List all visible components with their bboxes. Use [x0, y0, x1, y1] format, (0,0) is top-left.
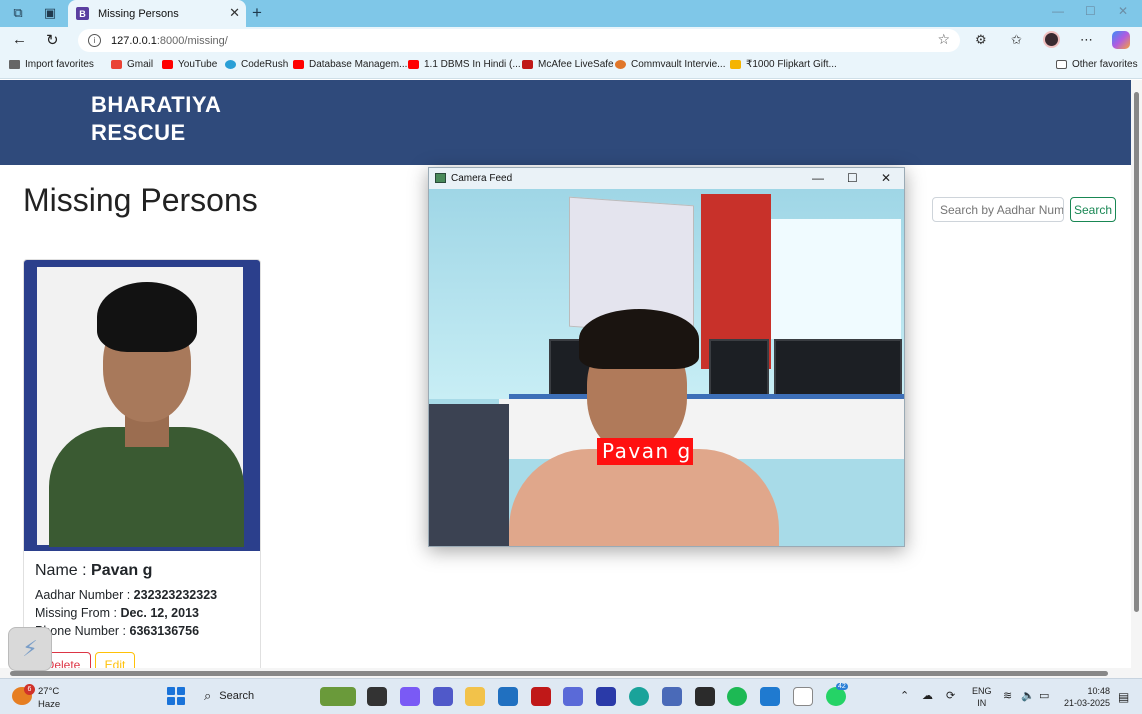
url-host: 127.0.0.1 — [111, 34, 157, 47]
terminal-icon[interactable] — [695, 687, 715, 706]
tab-actions-icon[interactable]: ▣ — [42, 5, 58, 21]
app-hex-icon[interactable] — [563, 687, 583, 706]
person-aadhar: Aadhar Number : 232323232323 — [35, 588, 218, 602]
minimize-icon[interactable]: — — [1052, 4, 1064, 18]
new-tab-icon[interactable]: + — [252, 3, 262, 23]
edge-icon[interactable] — [629, 687, 649, 706]
favorites-icon[interactable]: ✩ — [1011, 32, 1022, 48]
windows-taskbar: 6 27°C Haze ⌕ Search 42 ⌃ ☁ ⟳ ENG IN ≋ 🔈 ▭ — [0, 678, 1142, 714]
tab-missing-persons[interactable]: B Missing Persons ✕ — [68, 0, 246, 27]
store-icon[interactable] — [498, 687, 518, 706]
system-clock[interactable]: 10:48 21-03-2025 — [1060, 685, 1110, 709]
profile-avatar[interactable] — [1043, 31, 1060, 48]
card-body: Name : Pavan g Aadhar Number : 232323232… — [35, 562, 255, 642]
bookmark-dbms-hindi[interactable]: 1.1 DBMS In Hindi (... — [408, 59, 521, 70]
maximize-icon[interactable]: ☐ — [1085, 4, 1096, 18]
site-info-icon[interactable]: i — [88, 34, 101, 47]
task-view-icon[interactable] — [367, 687, 387, 706]
address-bar[interactable]: i 127.0.0.1:8000/missing/ ☆ — [78, 29, 960, 52]
address-toolbar: ← ↻ i 127.0.0.1:8000/missing/ ☆ ⚙ ✩ ⋯ — [0, 27, 1142, 54]
back-icon[interactable]: ← — [12, 31, 27, 48]
person-photo — [24, 260, 260, 551]
camera-video-frame: Pavan g — [429, 189, 904, 546]
battery-icon[interactable]: ▭ — [1039, 689, 1049, 702]
weather-widget[interactable]: 6 27°C Haze — [12, 684, 92, 712]
copilot-app-icon[interactable] — [400, 687, 420, 706]
taskbar-search[interactable]: ⌕ Search — [196, 684, 316, 708]
floating-tool-icon[interactable]: ⚡ — [8, 627, 52, 671]
bookmark-youtube[interactable]: YouTube — [162, 59, 217, 70]
camera-window-title: Camera Feed — [451, 173, 513, 184]
person-missing-from: Missing From : Dec. 12, 2013 — [35, 606, 199, 620]
weather-temp: 27°C — [38, 686, 60, 697]
more-menu-icon[interactable]: ⋯ — [1080, 32, 1093, 48]
app-pen-icon[interactable] — [596, 687, 616, 706]
wifi-icon[interactable]: ≋ — [1003, 689, 1012, 702]
notepad-icon[interactable] — [793, 687, 813, 706]
vscode-icon[interactable] — [760, 687, 780, 706]
weather-condition: Haze — [38, 699, 61, 710]
bookmark-database[interactable]: Database Managem... — [293, 59, 407, 70]
camera-feed-window[interactable]: Camera Feed — ☐ ✕ Pavan g — [428, 167, 905, 547]
close-tab-icon[interactable]: ✕ — [229, 5, 240, 21]
widgets-icon[interactable] — [320, 687, 356, 706]
browser-title-bar: ⧉ ▣ B Missing Persons ✕ + — ☐ ✕ — [0, 0, 1142, 27]
weather-badge: 6 — [24, 684, 35, 695]
spotify-icon[interactable] — [727, 687, 747, 706]
refresh-icon[interactable]: ↻ — [46, 31, 59, 49]
file-explorer-icon[interactable] — [465, 687, 485, 706]
show-hidden-icons-icon[interactable]: ⌃ — [900, 689, 909, 702]
bookmark-gmail[interactable]: Gmail — [111, 59, 153, 70]
bookmark-import-favorites[interactable]: Import favorites — [9, 59, 94, 70]
close-window-icon[interactable]: ✕ — [1118, 4, 1128, 18]
bookmark-other-favorites[interactable]: Other favorites — [1056, 59, 1138, 70]
camera-window-title-bar[interactable]: Camera Feed — ☐ ✕ — [429, 168, 904, 189]
page-title: Missing Persons — [23, 182, 258, 218]
camera-maximize-icon[interactable]: ☐ — [847, 171, 858, 185]
teams-icon[interactable] — [433, 687, 453, 706]
person-card: Name : Pavan g Aadhar Number : 232323232… — [23, 259, 261, 679]
volume-icon[interactable]: 🔈 — [1021, 689, 1035, 702]
face-recognition-label: Pavan g — [597, 438, 693, 465]
person-name: Name : Pavan g — [35, 562, 153, 579]
bookmark-coderush[interactable]: CodeRush — [225, 59, 288, 70]
bookmarks-bar: Import favorites Gmail YouTube CodeRush … — [0, 54, 1142, 79]
tab-favicon-icon: B — [76, 7, 89, 20]
tab-title: Missing Persons — [98, 7, 179, 20]
onedrive-icon[interactable]: ☁ — [922, 689, 933, 702]
start-button[interactable] — [167, 687, 185, 705]
app-photos-icon[interactable] — [662, 687, 682, 706]
camera-app-icon — [435, 173, 446, 183]
horizontal-scrollbar[interactable] — [0, 668, 1142, 678]
camera-close-icon[interactable]: ✕ — [881, 171, 891, 185]
copilot-icon[interactable] — [1112, 31, 1130, 49]
extensions-icon[interactable]: ⚙ — [975, 32, 987, 48]
language-indicator[interactable]: ENG IN — [972, 685, 992, 709]
sync-icon[interactable]: ⟳ — [946, 689, 955, 702]
bookmark-flipkart[interactable]: ₹1000 Flipkart Gift... — [730, 59, 837, 70]
notifications-icon[interactable]: ▤ — [1118, 690, 1129, 704]
bookmark-mcafee[interactable]: McAfee LiveSafe — [522, 59, 614, 70]
search-icon: ⌕ — [204, 688, 212, 703]
person-phone: Phone Number : 6363136756 — [35, 624, 200, 638]
site-brand[interactable]: BHARATIYA RESCUE — [91, 91, 251, 147]
favorite-star-icon[interactable]: ☆ — [937, 31, 950, 48]
url-path: :8000/missing/ — [156, 34, 228, 47]
aadhar-search-input[interactable] — [932, 197, 1064, 222]
vertical-scrollbar[interactable] — [1131, 80, 1142, 668]
workspaces-icon[interactable]: ⧉ — [10, 5, 26, 21]
whatsapp-badge: 42 — [836, 683, 848, 690]
bookmark-commvault[interactable]: Commvault Intervie... — [615, 59, 725, 70]
camera-minimize-icon[interactable]: — — [812, 171, 824, 185]
search-button[interactable]: Search — [1070, 197, 1116, 222]
mcafee-icon[interactable] — [531, 687, 551, 706]
